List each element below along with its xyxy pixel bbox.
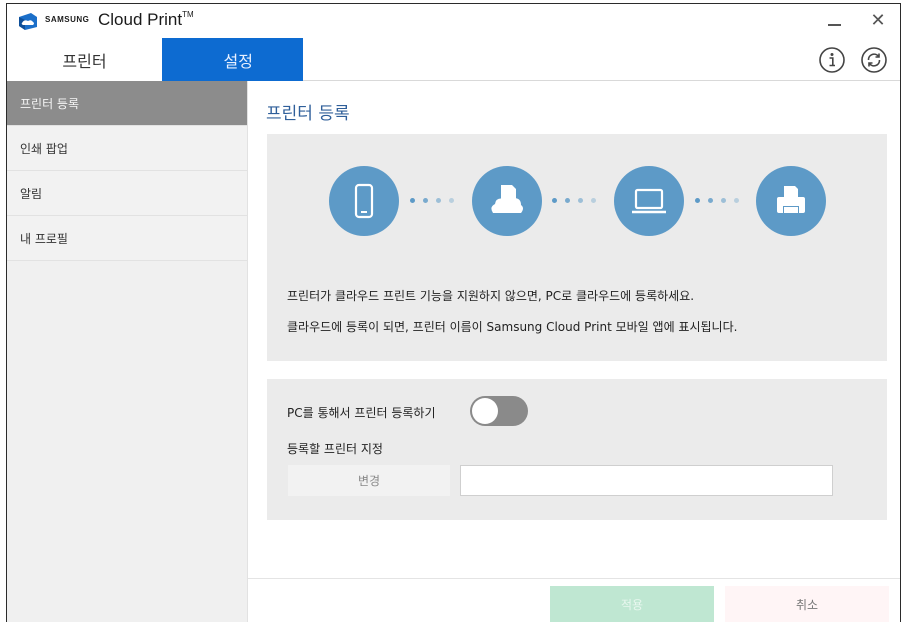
printer-name-field[interactable]	[460, 465, 833, 496]
register-options-panel: PC를 통해서 프린터 등록하기 등록할 프린터 지정 변경	[267, 379, 887, 520]
registration-info-panel: 프린터가 클라우드 프린트 기능을 지원하지 않으면, PC로 클라우드에 등록…	[267, 134, 887, 361]
info-text-line-2: 클라우드에 등록이 되면, 프린터 이름이 Samsung Cloud Prin…	[287, 320, 738, 334]
footer-divider	[248, 578, 900, 579]
toggle-knob	[472, 398, 498, 424]
cancel-button[interactable]: 취소	[725, 586, 889, 622]
register-via-pc-label: PC를 통해서 프린터 등록하기	[287, 406, 436, 420]
main-content: 프린터 등록 프린터가 클라우드 프린트 기능을 지원하지 않으면, PC로 클…	[248, 81, 900, 622]
brand-samsung-text: SAMSUNG	[45, 15, 90, 24]
info-icon[interactable]	[818, 46, 846, 74]
flow-dots	[695, 198, 739, 203]
laptop-icon	[614, 166, 684, 236]
sidebar-item-printer-registration[interactable]: 프린터 등록	[7, 81, 247, 126]
close-icon: ✕	[870, 9, 886, 31]
apply-button[interactable]: 적용	[550, 586, 714, 622]
tab-settings[interactable]: 설정	[162, 38, 303, 81]
refresh-icon[interactable]	[860, 46, 888, 74]
phone-icon	[329, 166, 399, 236]
page-title: 프린터 등록	[266, 104, 350, 124]
minimize-button[interactable]	[815, 6, 853, 34]
tab-printer[interactable]: 프린터	[7, 38, 162, 81]
close-button[interactable]: ✕	[859, 6, 897, 34]
assign-printer-label: 등록할 프린터 지정	[287, 442, 383, 456]
cloud-document-icon	[472, 166, 542, 236]
info-text-line-1: 프린터가 클라우드 프린트 기능을 지원하지 않으면, PC로 클라우드에 등록…	[287, 289, 695, 303]
minimize-icon	[827, 24, 841, 26]
printer-icon	[756, 166, 826, 236]
sidebar-item-print-popup[interactable]: 인쇄 팝업	[7, 126, 247, 171]
flow-dots	[410, 198, 454, 203]
sidebar-item-my-profile[interactable]: 내 프로필	[7, 216, 247, 261]
register-via-pc-toggle[interactable]	[470, 396, 528, 426]
app-window: SAMSUNG Cloud PrintTM ✕ 프린터 설정 프린터 등록 인쇄…	[6, 3, 901, 622]
title-bar: SAMSUNG Cloud PrintTM ✕	[7, 4, 900, 38]
tab-bar: 프린터 설정	[7, 38, 900, 81]
sidebar-item-notifications[interactable]: 알림	[7, 171, 247, 216]
app-title: Cloud PrintTM	[98, 10, 194, 29]
flow-dots	[552, 198, 596, 203]
sidebar: 프린터 등록 인쇄 팝업 알림 내 프로필	[7, 81, 248, 622]
cloud-print-logo-icon	[19, 13, 37, 30]
change-button[interactable]: 변경	[288, 465, 450, 496]
